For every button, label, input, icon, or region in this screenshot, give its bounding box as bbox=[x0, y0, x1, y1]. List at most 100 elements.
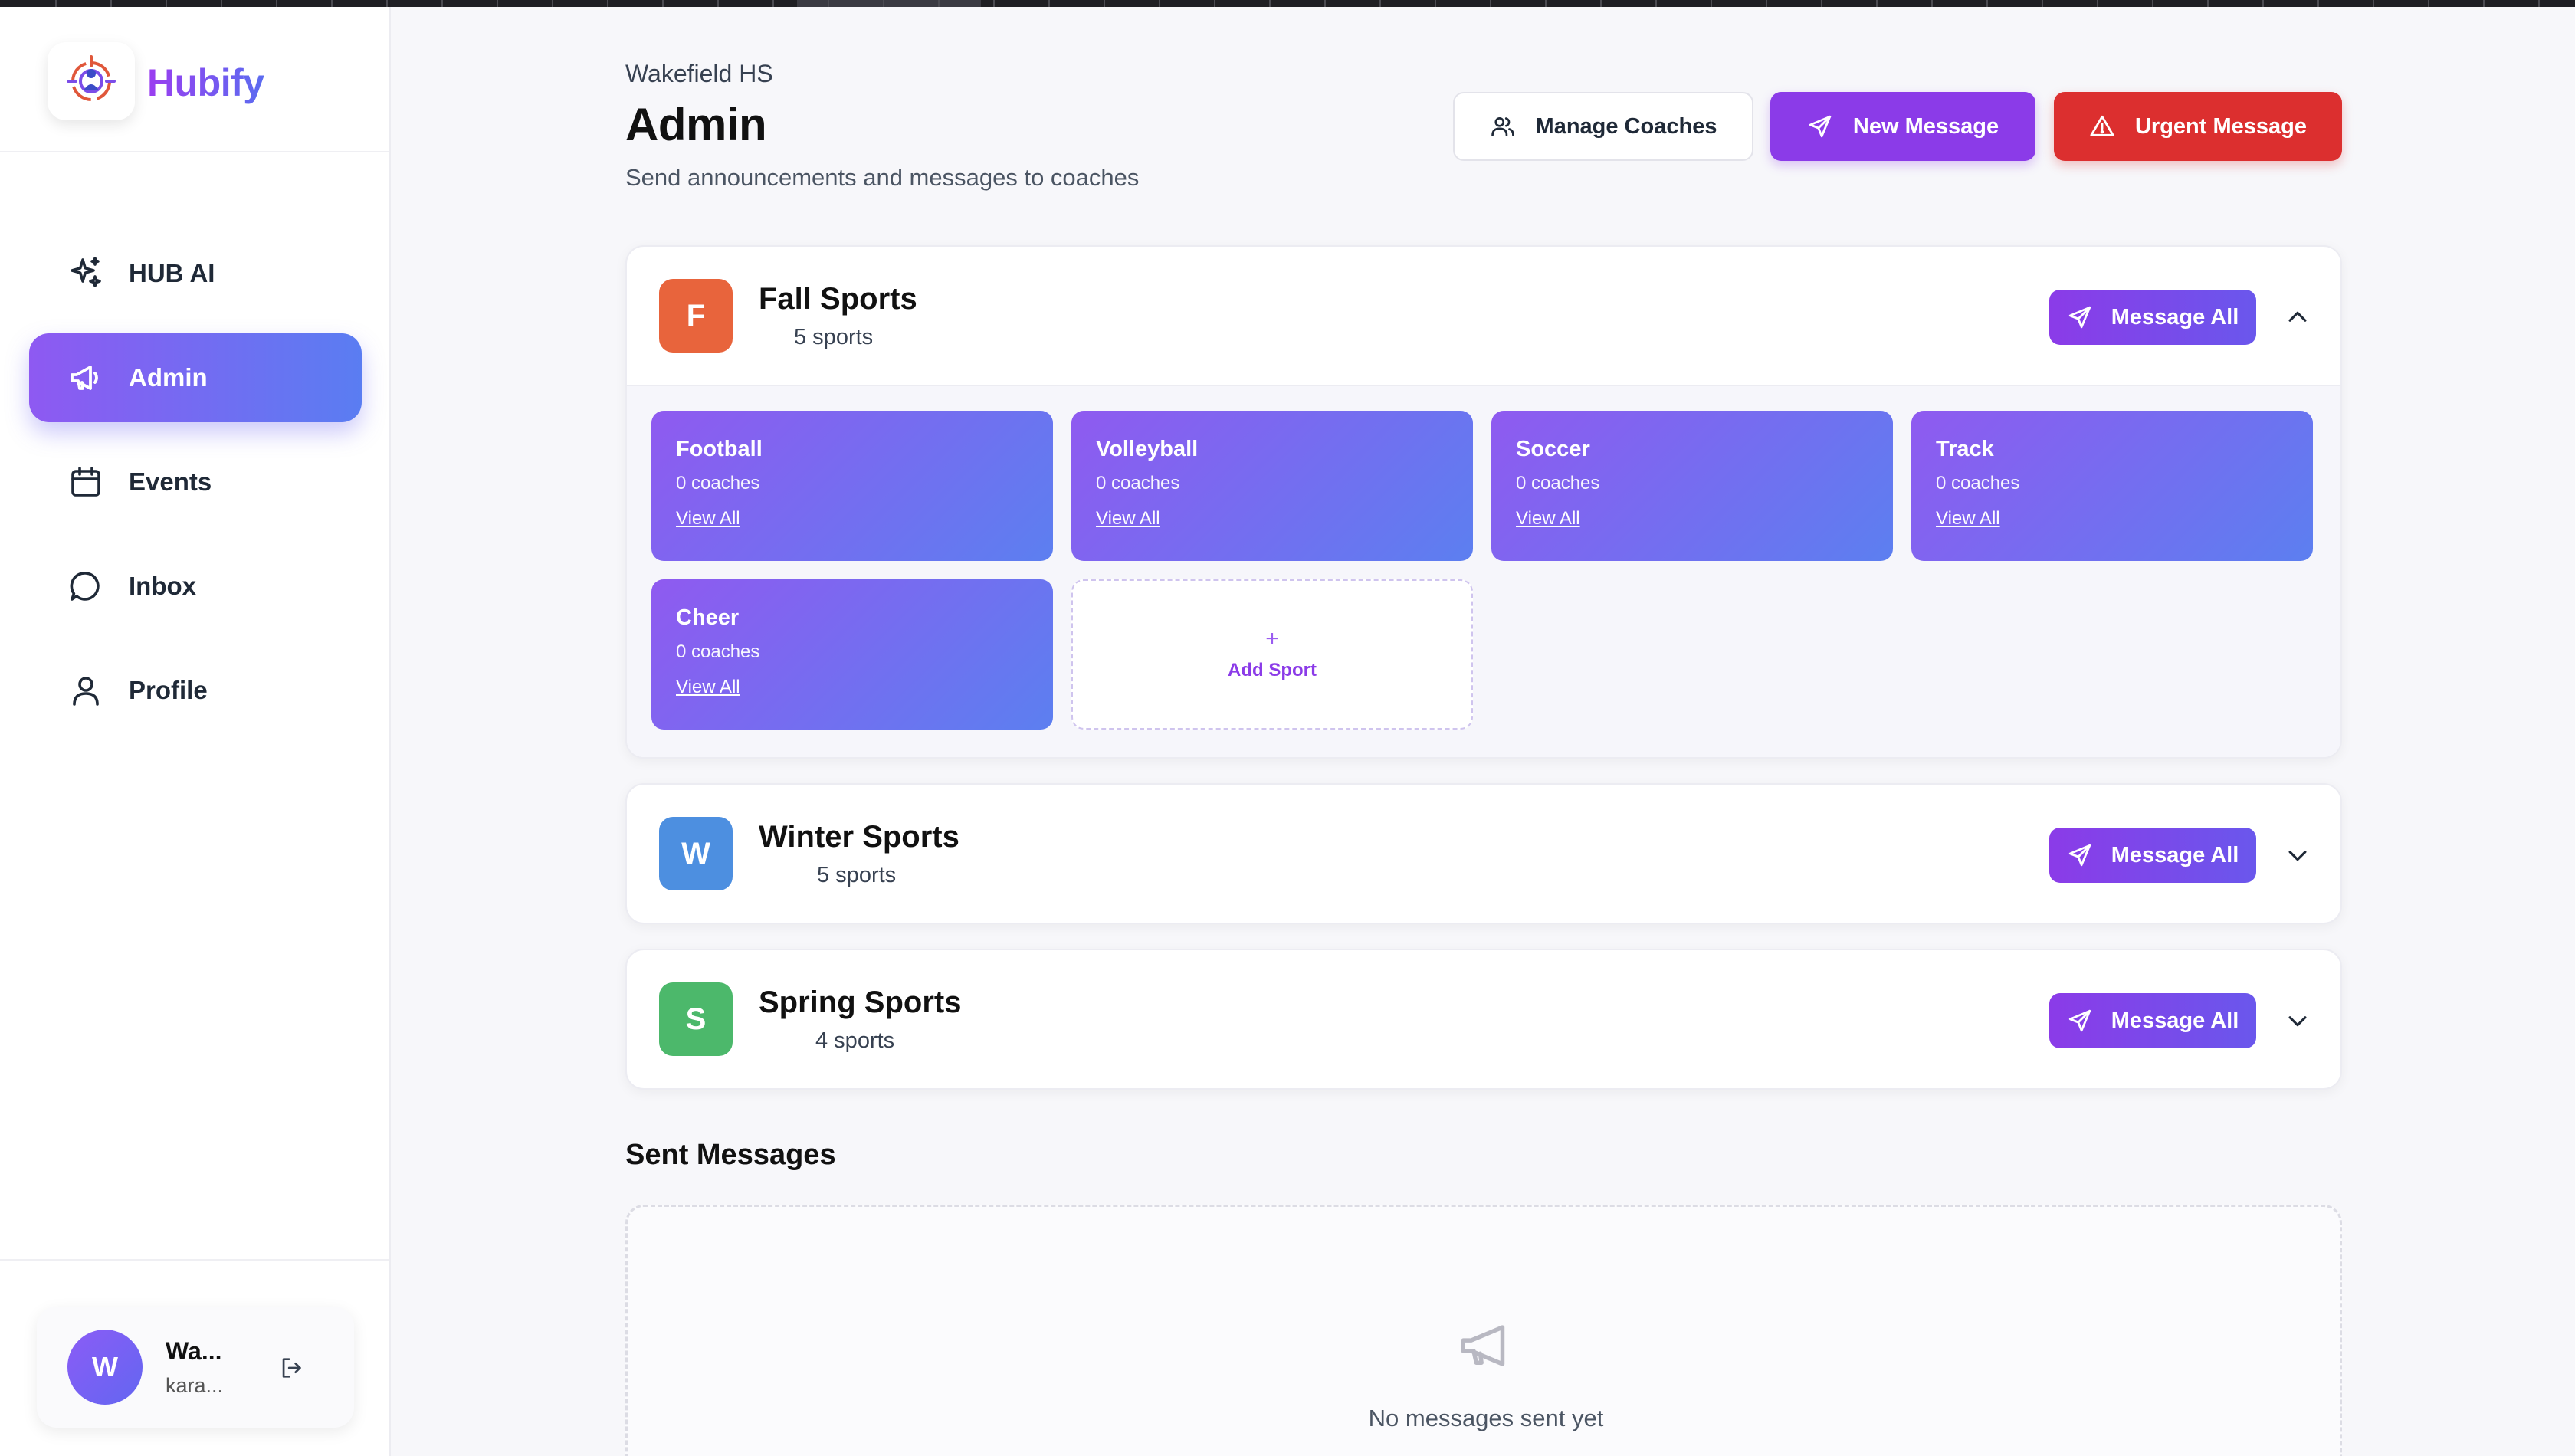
top-bar-tick bbox=[2483, 0, 2485, 7]
sport-name: Football bbox=[676, 437, 763, 461]
top-bar-tick bbox=[1821, 0, 1822, 7]
sidebar-item-events[interactable]: Events bbox=[29, 438, 362, 526]
view-all-link[interactable]: View All bbox=[676, 508, 1028, 530]
sidebar-item-hub-ai[interactable]: HUB AI bbox=[29, 229, 362, 318]
page-title: Admin bbox=[625, 99, 767, 150]
sport-card-volleyball[interactable]: Volleyball 0 coaches View All bbox=[1071, 411, 1473, 561]
top-bar-tick bbox=[2538, 0, 2540, 7]
top-bar-tick bbox=[607, 0, 608, 7]
warning-icon bbox=[2090, 115, 2114, 136]
top-bar-tick bbox=[2373, 0, 2374, 7]
sidebar-item-label: Inbox bbox=[129, 572, 196, 600]
brand-name: Hubify bbox=[147, 61, 264, 104]
top-bar-tick bbox=[717, 0, 719, 7]
sidebar-item-inbox[interactable]: Inbox bbox=[29, 542, 362, 631]
top-bar-tick bbox=[1766, 0, 1767, 7]
top-bar-tick bbox=[1490, 0, 1491, 7]
top-bar-tick bbox=[2207, 0, 2209, 7]
top-bar-tick bbox=[497, 0, 498, 7]
calendar-icon bbox=[66, 462, 106, 502]
view-all-link[interactable]: View All bbox=[1096, 508, 1448, 530]
season-badge: S bbox=[659, 982, 733, 1056]
manage-coaches-button[interactable]: Manage Coaches bbox=[1453, 92, 1753, 161]
season-header[interactable]: W Winter Sports 5 sports Message All bbox=[627, 785, 2340, 923]
logout-icon[interactable] bbox=[274, 1351, 308, 1385]
user-email: kara... bbox=[166, 1374, 224, 1397]
top-bar-tick bbox=[166, 0, 167, 7]
window-top-bar bbox=[0, 0, 2575, 7]
chevron-up-icon[interactable] bbox=[2282, 302, 2313, 333]
top-bar-tick bbox=[1986, 0, 1988, 7]
add-sport-button[interactable]: + Add Sport bbox=[1071, 579, 1473, 730]
sport-card-cheer[interactable]: Cheer 0 coaches View All bbox=[651, 579, 1053, 730]
view-all-link[interactable]: View All bbox=[1516, 508, 1868, 530]
message-all-button[interactable]: Message All bbox=[2049, 828, 2256, 883]
sidebar-item-admin[interactable]: Admin bbox=[29, 333, 362, 422]
top-bar-tick bbox=[993, 0, 995, 7]
chevron-down-icon[interactable] bbox=[2282, 1005, 2313, 1036]
season-count: 5 sports bbox=[794, 325, 874, 349]
sport-coaches: 0 coaches bbox=[1096, 473, 1180, 494]
top-bar-tick bbox=[441, 0, 443, 7]
season-name: Fall Sports bbox=[759, 282, 917, 316]
top-bar-tick bbox=[1379, 0, 1381, 7]
message-all-label: Message All bbox=[2111, 304, 2239, 330]
season-spring: S Spring Sports 4 sports Message All bbox=[625, 949, 2342, 1090]
top-bar-tick bbox=[1269, 0, 1271, 7]
sport-name: Soccer bbox=[1516, 437, 1590, 461]
season-name: Spring Sports bbox=[759, 985, 962, 1019]
megaphone-icon bbox=[66, 358, 106, 398]
top-bar-tick bbox=[2262, 0, 2264, 7]
sport-card-football[interactable]: Football 0 coaches View All bbox=[651, 411, 1053, 561]
urgent-message-button[interactable]: Urgent Message bbox=[2054, 92, 2342, 161]
sport-card-soccer[interactable]: Soccer 0 coaches View All bbox=[1491, 411, 1893, 561]
chat-bubble-icon bbox=[66, 566, 106, 606]
top-bar-tick bbox=[2042, 0, 2043, 7]
hubify-logo[interactable] bbox=[48, 42, 135, 120]
message-all-label: Message All bbox=[2111, 1008, 2239, 1033]
season-header[interactable]: F Fall Sports 5 sports Message All bbox=[627, 247, 2340, 385]
sport-card-track[interactable]: Track 0 coaches View All bbox=[1911, 411, 2313, 561]
sidebar-item-label: Events bbox=[129, 467, 212, 496]
new-message-label: New Message bbox=[1852, 113, 1999, 139]
sent-messages-title: Sent Messages bbox=[625, 1139, 836, 1171]
chevron-down-icon[interactable] bbox=[2282, 840, 2313, 871]
top-bar-tick bbox=[2152, 0, 2153, 7]
sport-name: Track bbox=[1936, 437, 1994, 461]
sidebar-item-profile[interactable]: Profile bbox=[29, 646, 362, 735]
top-bar-tick bbox=[1324, 0, 1326, 7]
sent-messages-empty-state: No messages sent yet bbox=[625, 1205, 2342, 1456]
top-bar-tick bbox=[1600, 0, 1602, 7]
message-all-button[interactable]: Message All bbox=[2049, 290, 2256, 345]
top-bar-tick bbox=[1159, 0, 1160, 7]
season-count: 4 sports bbox=[815, 1028, 895, 1053]
season-header[interactable]: S Spring Sports 4 sports Message All bbox=[627, 950, 2340, 1088]
season-name: Winter Sports bbox=[759, 820, 959, 854]
send-icon bbox=[2068, 1009, 2091, 1032]
send-icon bbox=[2068, 306, 2091, 329]
top-bar-tick bbox=[1214, 0, 1215, 7]
user-area: W Wa... kara... bbox=[0, 1259, 389, 1456]
users-icon bbox=[1491, 117, 1514, 136]
message-all-button[interactable]: Message All bbox=[2049, 993, 2256, 1048]
user-card[interactable]: W Wa... kara... bbox=[37, 1307, 354, 1428]
sidebar-item-label: Admin bbox=[129, 363, 208, 392]
top-bar-tick bbox=[662, 0, 664, 7]
season-count: 5 sports bbox=[817, 863, 897, 887]
top-bar-tick bbox=[1048, 0, 1050, 7]
view-all-link[interactable]: View All bbox=[676, 677, 1028, 698]
urgent-message-label: Urgent Message bbox=[2134, 113, 2307, 139]
message-all-label: Message All bbox=[2111, 842, 2239, 867]
brand-header: Hubify bbox=[0, 7, 389, 152]
top-bar-tick bbox=[1876, 0, 1878, 7]
sport-name: Volleyball bbox=[1096, 437, 1199, 461]
plus-icon: + bbox=[1265, 626, 1279, 651]
top-bar-tick bbox=[331, 0, 333, 7]
org-name: Wakefield HS bbox=[625, 60, 773, 87]
top-bar-tick bbox=[276, 0, 277, 7]
new-message-button[interactable]: New Message bbox=[1770, 92, 2035, 161]
top-bar-tick bbox=[1545, 0, 1547, 7]
top-bar-tick bbox=[772, 0, 774, 7]
sidebar-item-label: HUB AI bbox=[129, 259, 215, 287]
view-all-link[interactable]: View All bbox=[1936, 508, 2288, 530]
